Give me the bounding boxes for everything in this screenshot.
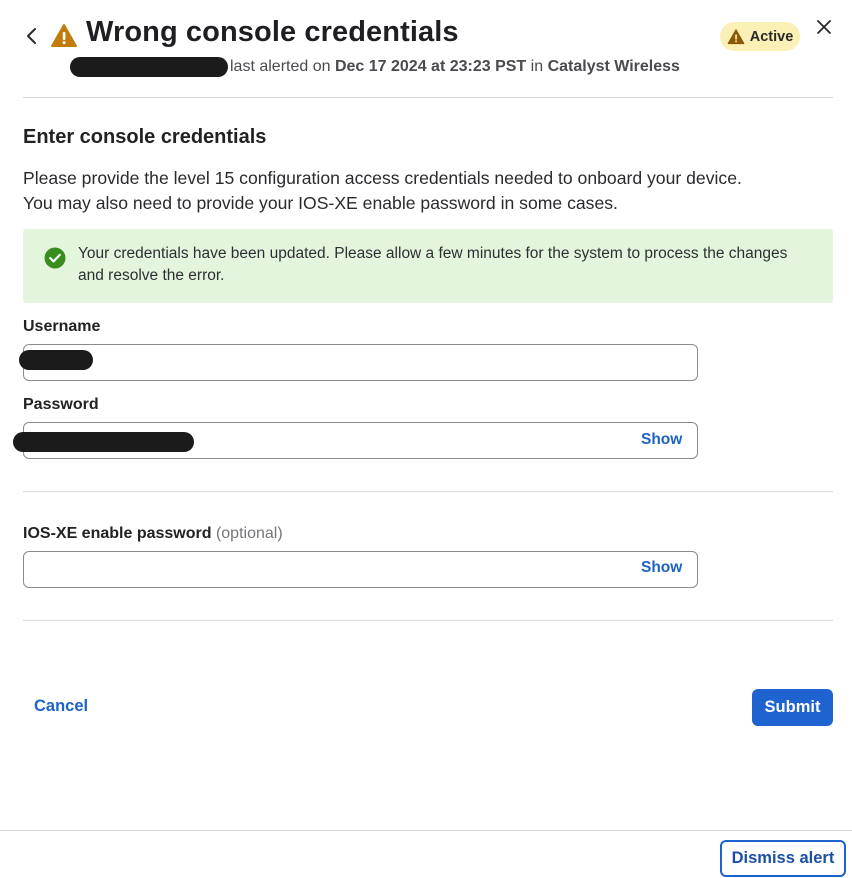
back-button[interactable] bbox=[20, 24, 44, 48]
enable-password-label: IOS-XE enable password (optional) bbox=[23, 525, 283, 543]
header-divider bbox=[23, 97, 833, 98]
redacted-password bbox=[13, 432, 194, 452]
description-line-1: Please provide the level 15 configuratio… bbox=[23, 168, 742, 188]
section-divider bbox=[23, 491, 833, 492]
status-badge: Active bbox=[720, 22, 800, 51]
submit-button[interactable]: Submit bbox=[752, 689, 833, 726]
footer-divider bbox=[0, 830, 852, 831]
alert-time: Dec 17 2024 at 23:23 PST bbox=[334, 58, 527, 75]
enable-password-show-button[interactable]: Show bbox=[641, 559, 682, 577]
close-button[interactable] bbox=[813, 16, 835, 38]
back-chevron-icon bbox=[27, 28, 36, 44]
alert-subline: last alerted on Dec 17 2024 at 23:23 PST… bbox=[70, 57, 680, 77]
redacted-username bbox=[19, 350, 93, 370]
username-label: Username bbox=[23, 318, 101, 335]
section-description: Please provide the level 15 configuratio… bbox=[23, 166, 833, 216]
subline-prefix: last alerted on bbox=[230, 58, 331, 75]
description-line-2: You may also need to provide your IOS-XE… bbox=[23, 193, 618, 213]
password-label: Password bbox=[23, 396, 99, 413]
enable-password-input[interactable] bbox=[23, 551, 698, 588]
status-badge-label: Active bbox=[749, 28, 794, 45]
subline-in: in bbox=[530, 58, 544, 75]
close-icon bbox=[817, 20, 831, 34]
enable-password-label-text: IOS-XE enable password bbox=[23, 525, 212, 542]
redacted-device-name bbox=[70, 57, 228, 77]
password-show-button[interactable]: Show bbox=[641, 431, 682, 449]
section-title: Enter console credentials bbox=[23, 126, 267, 148]
dismiss-alert-button[interactable]: Dismiss alert bbox=[720, 840, 846, 877]
network-name: Catalyst Wireless bbox=[547, 58, 680, 75]
cancel-button[interactable]: Cancel bbox=[34, 697, 88, 716]
username-input[interactable] bbox=[23, 344, 698, 381]
optional-hint: (optional) bbox=[215, 525, 283, 542]
warning-icon bbox=[727, 28, 745, 44]
check-circle-icon bbox=[44, 247, 66, 269]
page-title: Wrong console credentials bbox=[86, 16, 459, 48]
warning-icon bbox=[50, 22, 78, 50]
form-divider bbox=[23, 620, 833, 621]
success-banner: Your credentials have been updated. Plea… bbox=[23, 229, 833, 303]
success-message: Your credentials have been updated. Plea… bbox=[78, 245, 788, 284]
